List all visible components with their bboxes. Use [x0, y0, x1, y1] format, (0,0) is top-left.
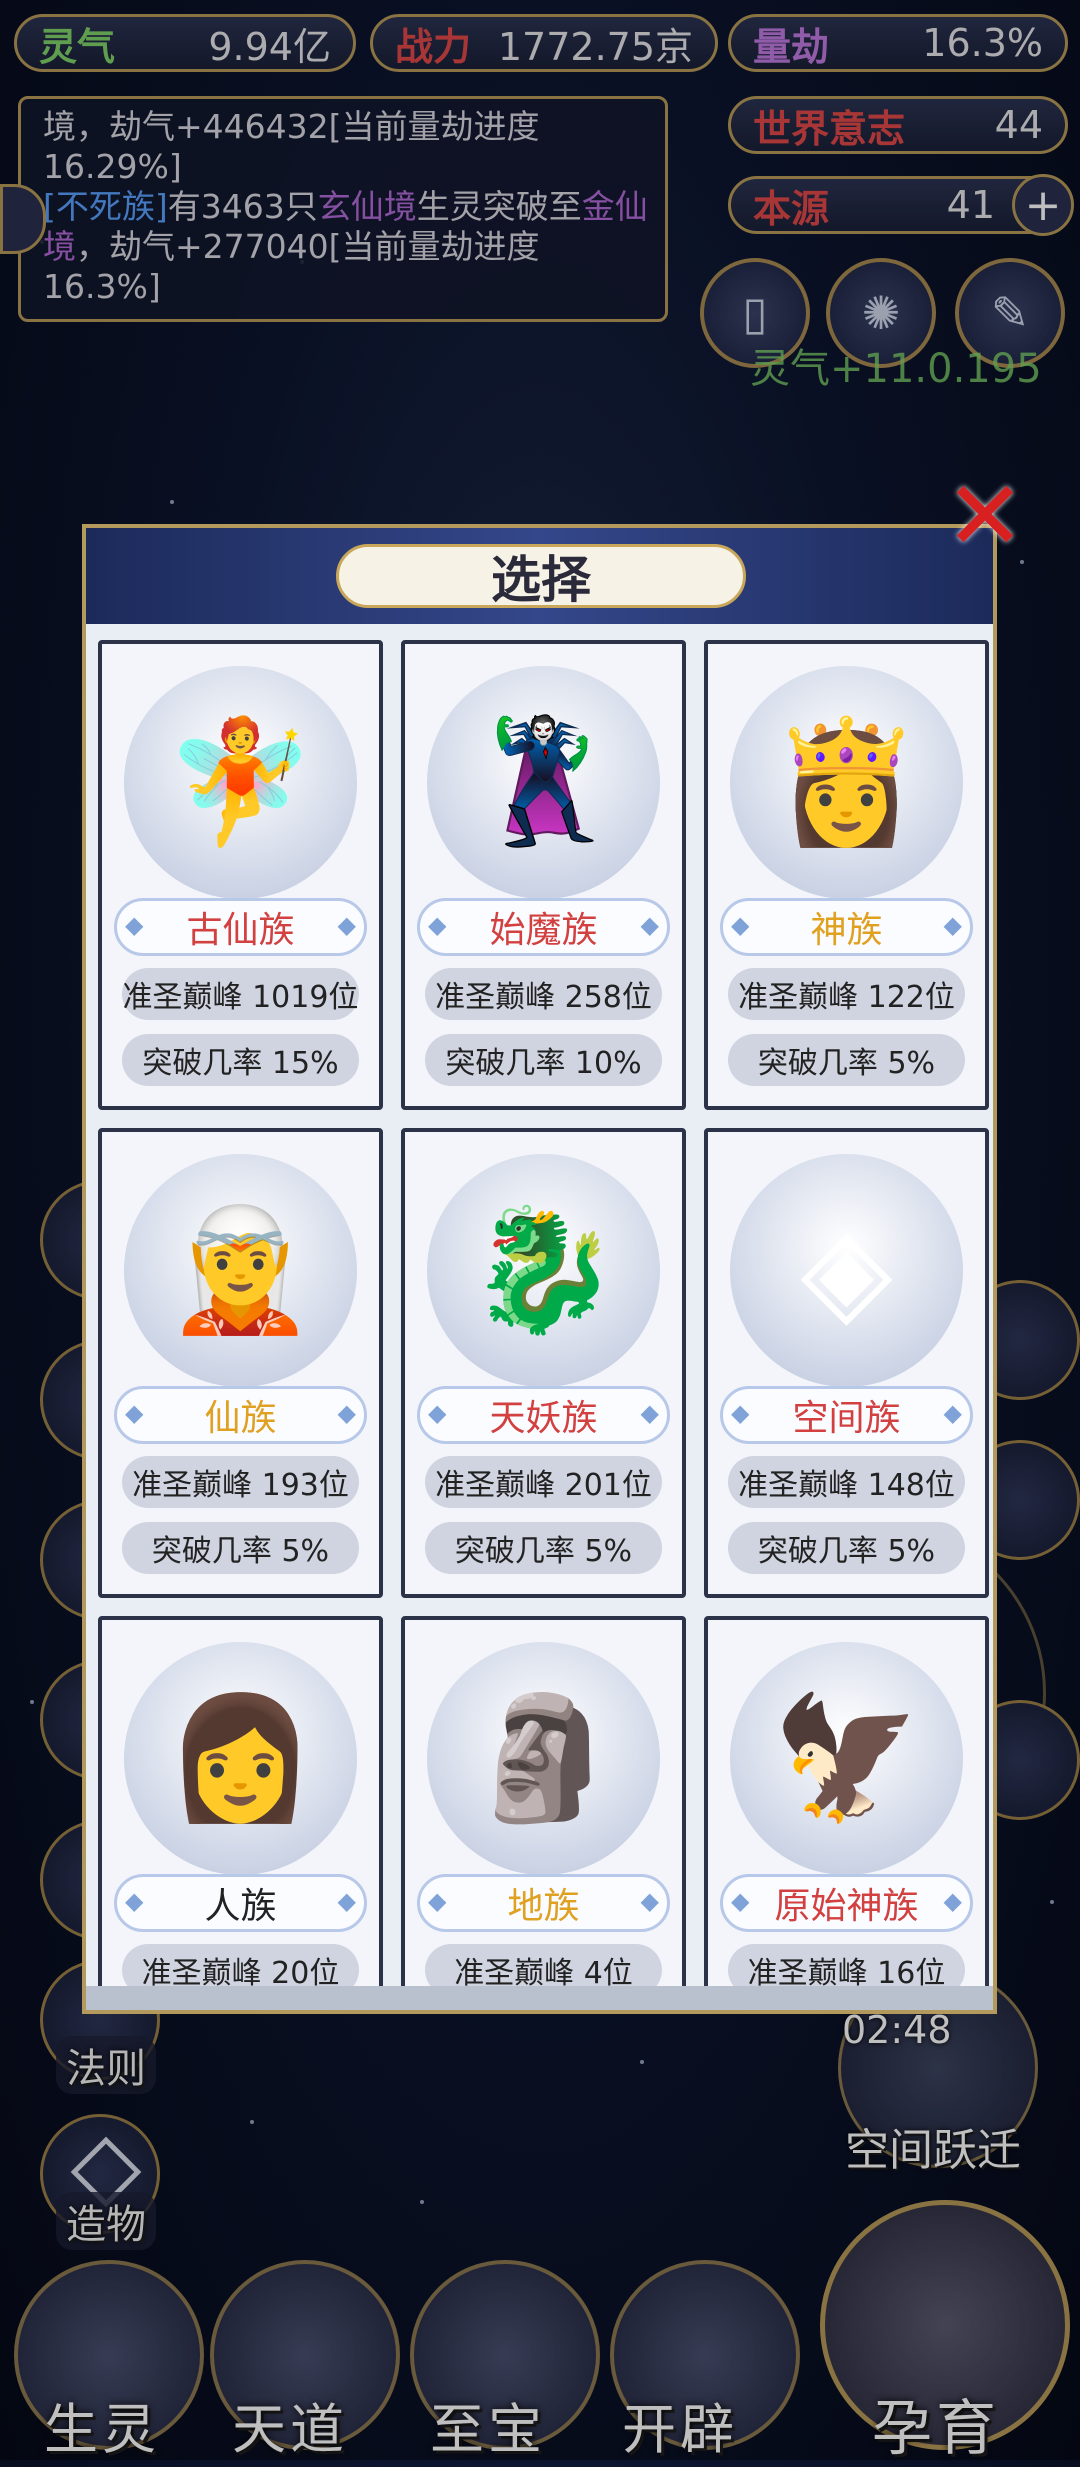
- race-portrait: 👸: [730, 666, 963, 899]
- race-card[interactable]: 👩人族准圣巅峰 20位突破几率 5%: [98, 1616, 383, 1990]
- race-breakthrough-rate: 突破几率 5%: [728, 1034, 965, 1086]
- race-rank: 准圣巅峰 193位: [122, 1456, 359, 1508]
- dialog-footer: [86, 1986, 993, 2010]
- dialog-title: 选择: [336, 544, 746, 609]
- race-rank: 准圣巅峰 148位: [728, 1456, 965, 1508]
- race-rank: 准圣巅峰 20位: [122, 1944, 359, 1990]
- race-rank: 准圣巅峰 258位: [425, 968, 662, 1020]
- race-card[interactable]: 👸神族准圣巅峰 122位突破几率 5%: [704, 640, 989, 1110]
- race-name: 神族: [720, 898, 973, 956]
- race-rank: 准圣巅峰 201位: [425, 1456, 662, 1508]
- race-breakthrough-rate: 突破几率 5%: [122, 1522, 359, 1574]
- race-breakthrough-rate: 突破几率 15%: [122, 1034, 359, 1086]
- race-rank: 准圣巅峰 16位: [728, 1944, 965, 1990]
- race-breakthrough-rate: 突破几率 5%: [425, 1522, 662, 1574]
- race-name: 始魔族: [417, 898, 670, 956]
- race-card[interactable]: 🦅原始神族准圣巅峰 16位突破几率 5%: [704, 1616, 989, 1990]
- select-race-dialog: 选择 🧚古仙族准圣巅峰 1019位突破几率 15%🦹始魔族准圣巅峰 258位突破…: [82, 524, 997, 2014]
- race-portrait: ◈: [730, 1154, 963, 1387]
- race-grid[interactable]: 🧚古仙族准圣巅峰 1019位突破几率 15%🦹始魔族准圣巅峰 258位突破几率 …: [98, 640, 989, 1990]
- race-name: 天妖族: [417, 1386, 670, 1444]
- race-portrait: 👩: [124, 1642, 357, 1875]
- race-portrait: 🦹: [427, 666, 660, 899]
- race-portrait: 🦅: [730, 1642, 963, 1875]
- race-card[interactable]: 🧝仙族准圣巅峰 193位突破几率 5%: [98, 1128, 383, 1598]
- race-name: 人族: [114, 1874, 367, 1932]
- race-breakthrough-rate: 突破几率 5%: [728, 1522, 965, 1574]
- race-portrait: 🧝: [124, 1154, 357, 1387]
- race-card[interactable]: 🦹始魔族准圣巅峰 258位突破几率 10%: [401, 640, 686, 1110]
- race-card[interactable]: 🐉天妖族准圣巅峰 201位突破几率 5%: [401, 1128, 686, 1598]
- race-rank: 准圣巅峰 4位: [425, 1944, 662, 1990]
- race-card[interactable]: 🗿地族准圣巅峰 4位突破几率 5%: [401, 1616, 686, 1990]
- close-dialog-button[interactable]: ✕: [935, 460, 1035, 572]
- race-rank: 准圣巅峰 122位: [728, 968, 965, 1020]
- race-portrait: 🧚: [124, 666, 357, 899]
- race-breakthrough-rate: 突破几率 10%: [425, 1034, 662, 1086]
- race-portrait: 🗿: [427, 1642, 660, 1875]
- race-card[interactable]: 🧚古仙族准圣巅峰 1019位突破几率 15%: [98, 640, 383, 1110]
- race-card[interactable]: ◈空间族准圣巅峰 148位突破几率 5%: [704, 1128, 989, 1598]
- race-name: 仙族: [114, 1386, 367, 1444]
- race-portrait: 🐉: [427, 1154, 660, 1387]
- race-name: 古仙族: [114, 898, 367, 956]
- race-name: 空间族: [720, 1386, 973, 1444]
- race-name: 地族: [417, 1874, 670, 1932]
- race-rank: 准圣巅峰 1019位: [122, 968, 359, 1020]
- race-name: 原始神族: [720, 1874, 973, 1932]
